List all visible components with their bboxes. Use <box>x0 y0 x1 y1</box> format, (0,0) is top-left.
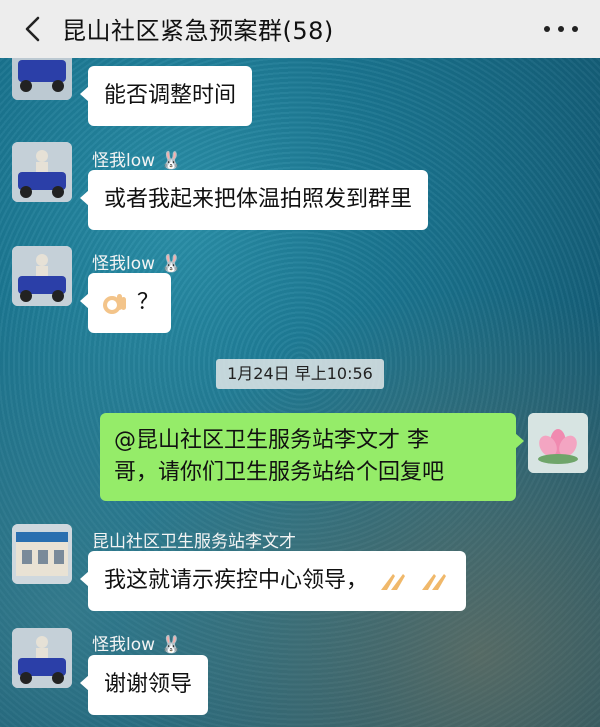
pray-emoji-icon <box>381 574 406 590</box>
rabbit-icon: 🐰 <box>160 635 182 655</box>
message-text-line: 哥，请你们卫生服务站给个回复吧 <box>114 460 445 485</box>
message-bubble[interactable]: 或者我起来把体温拍照发到群里 <box>79 170 429 230</box>
more-options-icon[interactable] <box>544 17 578 41</box>
sender-name: 怪我low 🐰 <box>92 151 182 171</box>
sender-name: 昆山社区卫生服务站李文才 <box>92 532 296 552</box>
rabbit-icon: 🐰 <box>160 254 182 274</box>
my-avatar[interactable] <box>528 413 588 473</box>
pray-emoji-icon <box>422 574 447 590</box>
sender-name: 怪我low 🐰 <box>92 635 182 655</box>
message-text: 我这就请示疾控中心领导， <box>104 568 369 593</box>
avatar[interactable] <box>12 142 72 202</box>
outgoing-message-bubble[interactable]: @昆山社区卫生服务站李文才 李 哥，请你们卫生服务站给个回复吧 <box>100 413 524 501</box>
message-bubble[interactable]: 我这就请示疾控中心领导， <box>79 551 467 611</box>
message-bubble[interactable]: 谢谢领导 <box>79 655 209 715</box>
chat-header: 昆山社区紧急预案群(58) <box>0 0 600 58</box>
ok-hand-emoji-icon <box>103 294 126 314</box>
rabbit-icon: 🐰 <box>160 151 182 171</box>
message-text-line: @昆山社区卫生服务站李文才 李 <box>114 428 429 453</box>
avatar[interactable] <box>12 628 72 688</box>
avatar[interactable] <box>12 524 72 584</box>
timestamp: 1月24日 早上10:56 <box>216 359 384 389</box>
sender-name: 怪我low 🐰 <box>92 254 182 274</box>
chat-title: 昆山社区紧急预案群(58) <box>62 17 334 45</box>
message-bubble[interactable]: ？ <box>79 273 172 333</box>
message-bubble[interactable]: 能否调整时间 <box>79 66 253 126</box>
avatar[interactable] <box>12 246 72 306</box>
back-arrow-icon[interactable] <box>20 15 48 43</box>
message-text: ？ <box>137 290 160 315</box>
